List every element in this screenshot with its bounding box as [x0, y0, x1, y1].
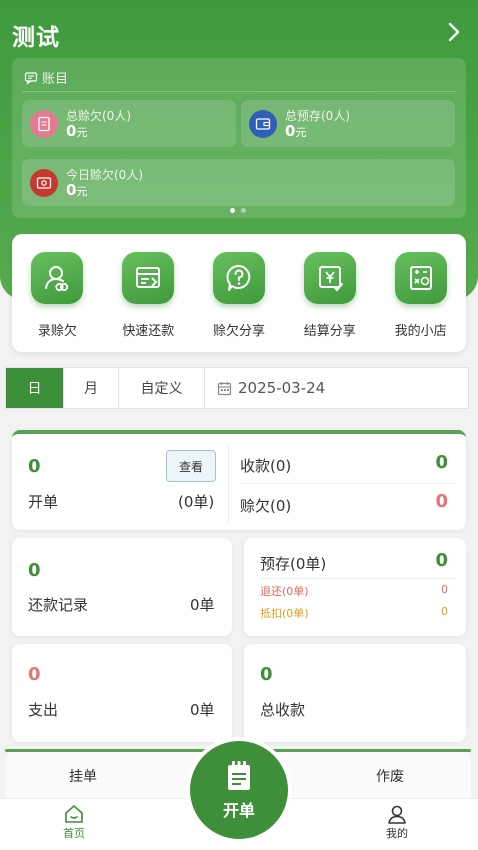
chevron-right-icon[interactable]	[444, 20, 464, 44]
divider	[240, 483, 456, 484]
carousel-dot[interactable]	[241, 208, 246, 213]
deduct-value: 0	[441, 605, 448, 618]
wallet-icon	[249, 110, 277, 138]
quick-action-settle-share[interactable]: 结算分享	[284, 234, 375, 352]
person-icon	[388, 805, 406, 824]
void-tab[interactable]: 作废	[376, 766, 404, 786]
user-record-icon	[31, 252, 84, 304]
carousel-indicator	[230, 208, 246, 213]
repay-label: 还款记录	[28, 596, 89, 614]
calendar-icon	[217, 381, 232, 395]
stat-value: 0元	[66, 122, 88, 140]
deposit-card[interactable]: 预存(0单) 0 退还(0单) 0 抵扣(0单) 0	[244, 538, 466, 636]
credit-value: 0	[435, 491, 448, 512]
date-filter-bar: 日 月 自定义 2025-03-24	[5, 367, 469, 409]
quick-action-my-shop[interactable]: 我的小店	[375, 234, 466, 352]
shop-calculator-icon	[394, 252, 447, 304]
tab-day[interactable]: 日	[6, 368, 64, 408]
total-deposit-stat[interactable]: 总预存(0人) 0元	[241, 100, 455, 147]
quick-actions: 录赊欠 快速还款 赊欠分享 结算分享 我的小店	[12, 234, 466, 352]
repay-record-card[interactable]: 0 还款记录 0单	[12, 538, 232, 636]
expense-card[interactable]: 0 支出 0单	[12, 644, 232, 742]
create-order-fab[interactable]: 开单	[186, 737, 292, 843]
expense-sub: 0单	[190, 701, 215, 719]
total-count: 0	[260, 664, 273, 685]
tab-custom[interactable]: 自定义	[119, 368, 205, 408]
stat-value: 0元	[66, 181, 88, 199]
stat-value: 0元	[285, 122, 307, 140]
ticket-icon	[30, 169, 58, 197]
quick-action-fast-repay[interactable]: 快速还款	[103, 234, 194, 352]
repay-sub: 0单	[190, 596, 215, 614]
today-credit-stat[interactable]: 今日赊欠(0人) 0元	[22, 159, 455, 206]
refund-value: 0	[441, 583, 448, 596]
ledger-panel: 账目 总赊欠(0人) 0元 总预存(0人) 0元 今日赊欠(0人) 0元	[12, 58, 466, 218]
ledger-heading: 账目	[24, 68, 68, 87]
create-order-button[interactable]: 开单	[190, 741, 288, 839]
date-picker[interactable]: 2025-03-24	[205, 368, 468, 408]
question-share-icon	[212, 252, 265, 304]
view-button[interactable]: 查看	[166, 450, 216, 482]
tab-month[interactable]: 月	[64, 368, 119, 408]
carousel-dot[interactable]	[230, 208, 235, 213]
total-credit-stat[interactable]: 总赊欠(0人) 0元	[22, 100, 236, 147]
nav-mine[interactable]: 我的	[386, 803, 408, 841]
received-value: 0	[435, 452, 448, 473]
total-label: 总收款	[260, 701, 306, 719]
received-label: 收款(0)	[240, 457, 292, 475]
orders-sub: (0单)	[178, 493, 215, 511]
notepad-icon	[228, 761, 250, 790]
orders-count: 0	[28, 456, 41, 477]
quick-repay-icon	[122, 252, 175, 304]
fab-label: 开单	[222, 801, 255, 820]
selected-date: 2025-03-24	[238, 379, 326, 397]
quick-action-record-credit[interactable]: 录赊欠	[12, 234, 103, 352]
hold-order-tab[interactable]: 挂单	[69, 766, 97, 786]
orders-label: 开单	[28, 493, 59, 511]
deduct-label: 抵扣(0单)	[260, 607, 309, 620]
divider	[228, 444, 229, 524]
yen-check-icon	[303, 252, 356, 304]
repay-count: 0	[28, 560, 41, 581]
home-icon	[65, 805, 83, 823]
quick-action-credit-share[interactable]: 赊欠分享	[194, 234, 285, 352]
orders-summary-card[interactable]: 0 查看 开单 (0单) 收款(0) 0 赊欠(0) 0	[12, 430, 466, 530]
deposit-value: 0	[435, 550, 448, 571]
ledger-divider	[22, 91, 456, 92]
refund-label: 退还(0单)	[260, 585, 309, 598]
expense-count: 0	[28, 664, 41, 685]
document-icon	[30, 110, 58, 138]
nav-home[interactable]: 首页	[63, 803, 85, 841]
divider	[260, 578, 456, 579]
credit-label: 赊欠(0)	[240, 497, 292, 515]
chat-icon	[24, 71, 38, 85]
store-title: 测试	[12, 25, 60, 51]
expense-label: 支出	[28, 701, 59, 719]
total-received-card[interactable]: 0 总收款	[244, 644, 466, 742]
deposit-label: 预存(0单)	[260, 555, 327, 573]
